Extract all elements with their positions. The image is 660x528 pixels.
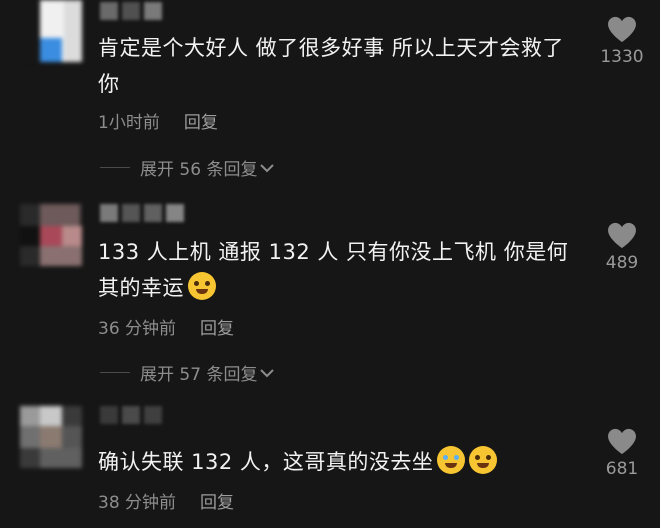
username[interactable]	[100, 204, 190, 226]
avatar[interactable]	[20, 406, 82, 468]
like-button[interactable]: 489	[592, 222, 652, 273]
comment-text: 133 人上机 通报 132 人 只有你没上飞机 你是何其的幸运	[98, 234, 578, 306]
like-count: 489	[605, 253, 639, 273]
divider-line	[100, 167, 130, 168]
avatar[interactable]	[20, 204, 82, 266]
reply-button[interactable]: 回复	[200, 488, 234, 513]
comment-text: 确认失联 132 人，这哥真的没去坐	[98, 444, 578, 480]
pleading-face-emoji	[188, 272, 216, 300]
like-count: 681	[605, 459, 639, 479]
comment-text-content: 确认失联 132 人，这哥真的没去坐	[98, 450, 434, 474]
comment-meta: 38 分钟前 回复	[98, 488, 234, 513]
comment-meta: 36 分钟前 回复	[98, 314, 234, 339]
comment-text-content: 133 人上机 通报 132 人 只有你没上飞机 你是何其的幸运	[98, 240, 569, 300]
tears-of-joy-emoji	[437, 446, 466, 474]
chevron-down-icon	[260, 163, 275, 172]
expand-replies-button[interactable]: 展开 57 条回复	[100, 360, 275, 385]
grinning-sweat-emoji	[469, 446, 498, 474]
comment-time: 36 分钟前	[98, 319, 177, 339]
username[interactable]	[100, 2, 190, 24]
expand-replies-button[interactable]: 展开 56 条回复	[100, 155, 275, 180]
reply-button[interactable]: 回复	[184, 108, 218, 133]
expand-replies-label: 展开 57 条回复	[140, 365, 258, 385]
like-button[interactable]: 681	[592, 428, 652, 479]
comment-time: 1小时前	[98, 113, 160, 133]
comment-text: 肯定是个大好人 做了很多好事 所以上天才会救了你	[98, 36, 564, 96]
heart-icon	[608, 428, 636, 455]
avatar[interactable]	[20, 0, 82, 62]
comment-time: 38 分钟前	[98, 493, 177, 513]
heart-icon	[608, 16, 636, 43]
comment-meta: 1小时前 回复	[98, 108, 218, 133]
username[interactable]	[100, 406, 190, 428]
reply-button[interactable]: 回复	[200, 314, 234, 339]
divider-line	[100, 372, 130, 373]
expand-replies-label: 展开 56 条回复	[140, 160, 258, 180]
chevron-down-icon	[260, 368, 275, 377]
like-button[interactable]: 1330	[592, 16, 652, 67]
like-count: 1330	[600, 47, 644, 67]
heart-icon	[608, 222, 636, 249]
